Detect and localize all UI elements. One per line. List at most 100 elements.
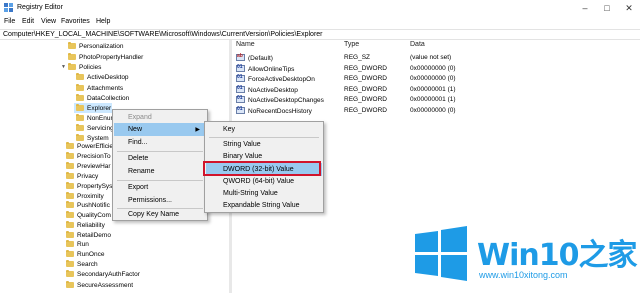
folder-icon xyxy=(66,172,74,179)
menu-edit[interactable]: Edit xyxy=(22,18,34,25)
folder-icon xyxy=(66,152,74,159)
column-header-name[interactable]: Name xyxy=(236,41,255,48)
folder-icon xyxy=(66,221,74,228)
tree-item[interactable]: SecureAssessment xyxy=(66,280,133,290)
menu-item-delete[interactable]: Delete xyxy=(114,152,206,165)
menu-help[interactable]: Help xyxy=(96,18,110,25)
tree-item[interactable]: Personalization xyxy=(68,41,123,51)
folder-icon xyxy=(68,63,76,70)
value-data: 0x00000000 (0) xyxy=(410,65,456,72)
value-type: REG_DWORD xyxy=(344,65,387,72)
folder-icon xyxy=(68,53,76,60)
value-row[interactable]: ForceActiveDesktopOn xyxy=(236,74,315,85)
dword-value-icon xyxy=(236,64,245,72)
value-type: REG_DWORD xyxy=(344,86,387,93)
folder-icon xyxy=(76,104,84,111)
menu-bar: File Edit View Favorites Help xyxy=(0,16,640,28)
value-row[interactable]: NoActiveDesktop xyxy=(236,85,298,96)
tree-item[interactable]: RunOnce xyxy=(66,249,104,259)
tree-item[interactable]: Search xyxy=(66,259,98,269)
menu-item-permissions[interactable]: Permissions... xyxy=(114,194,206,207)
folder-icon xyxy=(66,211,74,218)
value-row[interactable]: NoActiveDesktopChanges xyxy=(236,95,324,106)
tree-item-selected[interactable]: Explorer xyxy=(74,103,112,113)
folder-icon xyxy=(66,192,74,199)
value-data: 0x00000000 (0) xyxy=(410,107,456,114)
submenu-item-expandable-string-value[interactable]: Expandable String Value xyxy=(206,199,322,212)
value-data: 0x00000000 (0) xyxy=(410,75,456,82)
value-row[interactable]: (Default) xyxy=(236,53,273,64)
folder-icon xyxy=(68,42,76,49)
value-data: 0x00000001 (1) xyxy=(410,86,456,93)
tree-item[interactable]: DataCollection xyxy=(76,93,129,103)
close-button[interactable]: ✕ xyxy=(618,0,640,16)
address-bar[interactable]: Computer\HKEY_LOCAL_MACHINE\SOFTWARE\Mic… xyxy=(0,29,640,40)
tree-item[interactable]: QualityCom xyxy=(66,210,111,220)
dword-value-icon xyxy=(236,95,245,103)
dword-value-icon xyxy=(236,74,245,82)
tree-item[interactable]: PropertySys xyxy=(66,181,112,191)
value-type: REG_SZ xyxy=(344,54,371,61)
dword-value-icon xyxy=(236,85,245,93)
menu-item-rename[interactable]: Rename xyxy=(114,165,206,178)
folder-icon xyxy=(66,270,74,277)
menu-favorites[interactable]: Favorites xyxy=(61,18,90,25)
watermark-url: www.win10xitong.com xyxy=(479,270,568,280)
tree-item[interactable]: NonEnum xyxy=(76,113,116,123)
folder-icon xyxy=(66,250,74,257)
folder-icon xyxy=(66,260,74,267)
windows-logo-icon xyxy=(415,226,467,281)
folder-icon xyxy=(66,240,74,247)
folder-icon xyxy=(76,124,84,131)
value-data: (value not set) xyxy=(410,54,452,61)
folder-icon xyxy=(76,94,84,101)
watermark-brand: Win10之家 xyxy=(477,238,637,273)
tree-item[interactable]: ActiveDesktop xyxy=(76,72,129,82)
maximize-button[interactable]: □ xyxy=(596,0,618,16)
submenu-arrow-icon: ▶ xyxy=(195,127,200,133)
value-row[interactable]: AllowOnlineTips xyxy=(236,64,294,75)
registry-editor-icon xyxy=(4,3,13,12)
folder-icon xyxy=(66,231,74,238)
tree-item[interactable]: PowerEfficie xyxy=(66,141,113,151)
folder-icon xyxy=(66,201,74,208)
minimize-button[interactable]: – xyxy=(574,0,596,16)
tree-item[interactable]: Privacy xyxy=(66,171,98,181)
tree-item[interactable]: Attachments xyxy=(76,83,123,93)
tree-item[interactable]: PhotoPropertyHandler xyxy=(68,52,143,62)
tree-item[interactable]: SecondaryAuthFactor xyxy=(66,269,140,279)
tree-item[interactable]: Reliability xyxy=(66,220,105,230)
menu-item-find[interactable]: Find... xyxy=(114,136,206,149)
tree-item[interactable]: PreviewHar xyxy=(66,161,111,171)
column-header-type[interactable]: Type xyxy=(344,41,359,48)
watermark-logo: Win10之家 www.win10xitong.com xyxy=(413,222,637,292)
string-value-icon xyxy=(236,53,245,61)
submenu-item-key[interactable]: Key xyxy=(206,123,322,136)
tree-item[interactable]: PrecisionTo xyxy=(66,151,111,161)
tree-item[interactable]: PushNotific xyxy=(66,200,110,210)
folder-icon xyxy=(76,84,84,91)
value-row[interactable]: NoRecentDocsHistory xyxy=(236,106,312,117)
menu-file[interactable]: File xyxy=(4,18,15,25)
folder-icon xyxy=(76,73,84,80)
menu-view[interactable]: View xyxy=(41,18,56,25)
tree-item[interactable]: Policies xyxy=(68,62,101,72)
folder-icon xyxy=(66,182,74,189)
value-type: REG_DWORD xyxy=(344,75,387,82)
column-header-data[interactable]: Data xyxy=(410,41,425,48)
folder-icon xyxy=(66,162,74,169)
tree-item[interactable]: Run xyxy=(66,239,89,249)
collapse-arrow-icon[interactable]: ▼ xyxy=(61,64,66,70)
menu-item-copy-key-name[interactable]: Copy Key Name xyxy=(114,208,206,221)
address-path: Computer\HKEY_LOCAL_MACHINE\SOFTWARE\Mic… xyxy=(3,31,323,38)
context-menu: Expand New ▶ Find... Delete Rename Expor… xyxy=(112,109,208,221)
value-type: REG_DWORD xyxy=(344,96,387,103)
menu-item-new[interactable]: New ▶ xyxy=(114,123,206,136)
folder-icon xyxy=(76,114,84,121)
menu-item-export[interactable]: Export xyxy=(114,181,206,194)
close-icon: ✕ xyxy=(625,2,633,13)
dword-value-icon xyxy=(236,106,245,114)
title-bar: Registry Editor – □ ✕ xyxy=(0,0,640,16)
tree-item[interactable]: Servicing xyxy=(76,123,114,133)
window-title: Registry Editor xyxy=(17,4,63,11)
